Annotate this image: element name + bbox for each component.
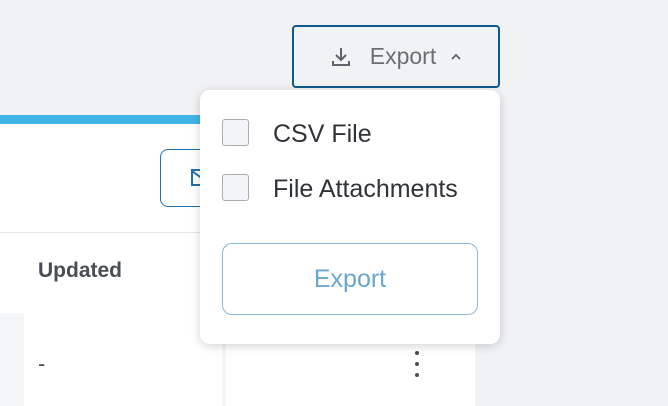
download-icon [330, 46, 352, 68]
export-button-label: Export [369, 43, 437, 69]
more-options-icon[interactable] [408, 351, 426, 377]
csv-checkbox[interactable] [222, 119, 249, 146]
table-cell-updated [24, 313, 222, 406]
csv-option-label: CSV File [273, 120, 372, 148]
export-option-csv[interactable]: CSV File [222, 118, 372, 148]
updated-value: - [38, 351, 46, 376]
attachments-checkbox[interactable] [222, 174, 249, 201]
attachments-option-label: File Attachments [273, 175, 458, 203]
export-option-attachments[interactable]: File Attachments [222, 173, 458, 203]
export-dropdown-button[interactable]: Export [292, 25, 500, 88]
app-screen: Export Updated - CSV File File Attachmen… [0, 0, 668, 406]
export-submit-button[interactable]: Export [222, 243, 478, 315]
chevron-up-icon [450, 51, 462, 63]
export-menu: CSV File File Attachments Export [200, 90, 500, 344]
column-header-updated: Updated [38, 259, 122, 282]
